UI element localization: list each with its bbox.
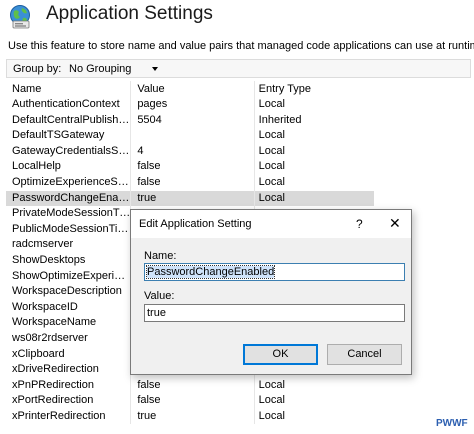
column-header-entry-type[interactable]: Entry Type (253, 81, 374, 97)
cell-name: WorkspaceDescription (12, 285, 122, 298)
cell-value: false (130, 174, 253, 191)
page-description: Use this feature to store name and value… (8, 40, 474, 52)
table-row[interactable]: PasswordChangeEnabled true Local (6, 190, 374, 207)
watermark: PWWF (436, 418, 468, 429)
cell-value: 4 (130, 143, 253, 160)
cell-entry-type: Local (253, 408, 374, 425)
value-input-value: true (147, 307, 166, 319)
close-icon[interactable]: ✕ (389, 215, 401, 232)
table-row[interactable]: xPrinterRedirection true Local (6, 408, 374, 425)
cell-name: WorkspaceID (12, 300, 78, 313)
name-label: Name: (144, 250, 177, 262)
cell-name: OptimizeExperienceState (12, 175, 131, 188)
cell-entry-type: Local (253, 143, 374, 160)
cell-name: ws08r2rdserver (12, 331, 88, 344)
column-header-name[interactable]: Name (6, 81, 130, 97)
cell-entry-type: Local (253, 128, 374, 144)
grid-header: Name Value Entry Type (6, 81, 374, 97)
table-row[interactable]: GatewayCredentialsSource4Local (6, 143, 374, 160)
cell-name: PublicModeSessionTime... (12, 222, 131, 235)
cell-value: false (130, 159, 253, 175)
cell-name: xDriveRedirection (12, 363, 99, 376)
cell-name: ShowDesktops (12, 253, 86, 266)
cell-value: true (130, 408, 253, 425)
cell-name: LocalHelp (12, 160, 61, 173)
group-by-label: Group by: (13, 63, 62, 75)
cell-value: false (130, 377, 253, 394)
value-input[interactable]: true (144, 304, 405, 322)
cell-name: xPrinterRedirection (12, 409, 106, 422)
cell-name: DefaultTSGateway (12, 129, 105, 142)
cancel-button[interactable]: Cancel (327, 344, 402, 365)
cell-value: true (130, 190, 253, 207)
table-row[interactable]: xPnPRedirection false Local (6, 377, 374, 394)
cell-entry-type: Local (253, 190, 374, 207)
cell-value: 5504 (130, 112, 253, 129)
table-row[interactable]: DefaultCentralPublishin... 5504 Inherited (6, 112, 374, 129)
help-button[interactable]: ? (356, 217, 363, 231)
group-by-dropdown[interactable]: No Grouping (64, 61, 160, 77)
cell-name: ShowOptimizeExperience (12, 269, 131, 282)
cell-value (130, 128, 253, 144)
globe-settings-icon (10, 5, 30, 29)
cell-name: xPortRedirection (12, 394, 94, 407)
cell-entry-type: Local (253, 393, 374, 409)
cell-name: DefaultCentralPublishin... (12, 113, 131, 126)
dialog-title: Edit Application Setting (139, 218, 252, 230)
cell-name: AuthenticationContext (12, 98, 120, 110)
table-row[interactable]: OptimizeExperienceState false Local (6, 174, 374, 191)
chevron-down-icon (152, 67, 158, 71)
cell-entry-type: Inherited (253, 112, 374, 129)
column-header-value[interactable]: Value (130, 81, 253, 97)
ok-button[interactable]: OK (243, 344, 318, 365)
table-row[interactable]: DefaultTSGateway Local (6, 128, 374, 144)
cell-entry-type: Local (253, 97, 374, 113)
dialog-titlebar: Edit Application Setting ? ✕ (131, 210, 411, 238)
cell-name: WorkspaceName (12, 316, 97, 329)
group-by-toolbar: Group by: No Grouping (6, 59, 471, 78)
cell-name: xPnPRedirection (12, 378, 94, 391)
cell-name: GatewayCredentialsSource (12, 144, 131, 157)
edit-setting-dialog: Edit Application Setting ? ✕ Name: Passw… (130, 209, 412, 375)
value-label: Value: (144, 290, 175, 302)
group-by-value: No Grouping (69, 63, 132, 75)
table-row[interactable]: xPortRedirection false Local (6, 393, 374, 409)
cell-name: PasswordChangeEnabled (12, 191, 131, 204)
page-title: Application Settings (46, 3, 213, 24)
cell-name: radcmserver (12, 238, 74, 251)
name-input[interactable]: PasswordChangeEnabled (144, 263, 405, 281)
cell-value: false (130, 393, 253, 409)
cell-entry-type: Local (253, 159, 374, 175)
cell-entry-type: Local (253, 174, 374, 191)
cell-name: xClipboard (12, 347, 65, 360)
table-row[interactable]: LocalHelp false Local (6, 159, 374, 175)
cell-value: pages (130, 97, 253, 113)
name-input-value: PasswordChangeEnabled (145, 265, 276, 279)
cell-entry-type: Local (253, 377, 374, 394)
table-row[interactable]: AuthenticationContext pages Local (6, 97, 374, 113)
cell-name: PrivateModeSessionTim... (12, 207, 131, 220)
